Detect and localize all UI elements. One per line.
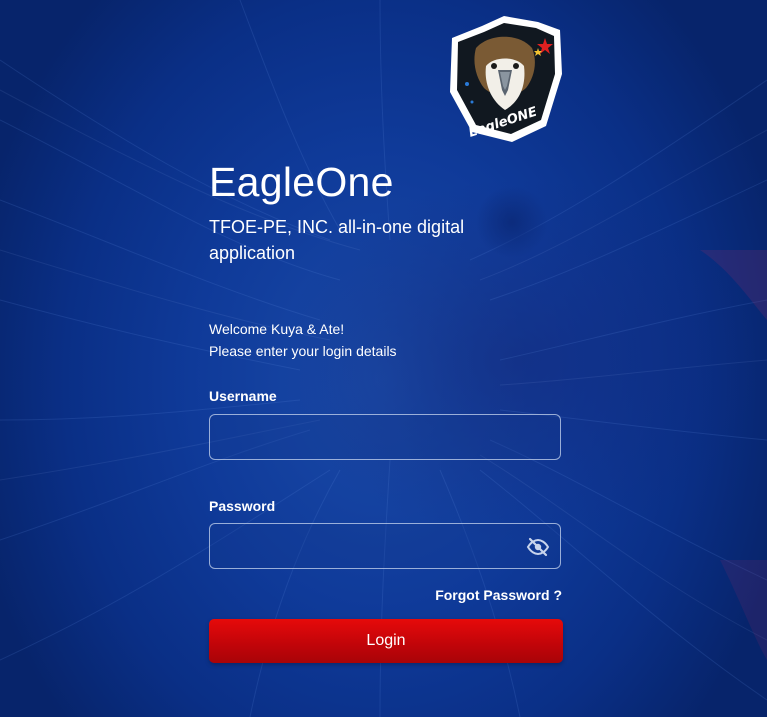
welcome-line-1: Welcome Kuya & Ate! <box>209 321 345 337</box>
password-input[interactable] <box>210 524 560 568</box>
eagle-logo-icon: EagleONE <box>450 16 562 142</box>
app-subtitle: TFOE-PE, INC. all-in-one digital applica… <box>209 217 465 263</box>
eagle-logo: EagleONE <box>442 14 566 144</box>
password-field-container <box>209 523 561 569</box>
welcome-line-2: Please enter your login details <box>209 343 397 359</box>
login-button[interactable]: Login <box>209 619 563 663</box>
welcome-message: Welcome Kuya & Ate! Please enter your lo… <box>209 318 397 362</box>
eye-slash-icon[interactable] <box>526 535 550 559</box>
password-label: Password <box>209 498 276 514</box>
username-field-container <box>209 414 561 460</box>
username-input[interactable] <box>210 415 560 459</box>
app-title: EagleOne <box>209 159 394 205</box>
username-label: Username <box>209 388 277 404</box>
forgot-password-link[interactable]: Forgot Password ? <box>435 587 562 603</box>
